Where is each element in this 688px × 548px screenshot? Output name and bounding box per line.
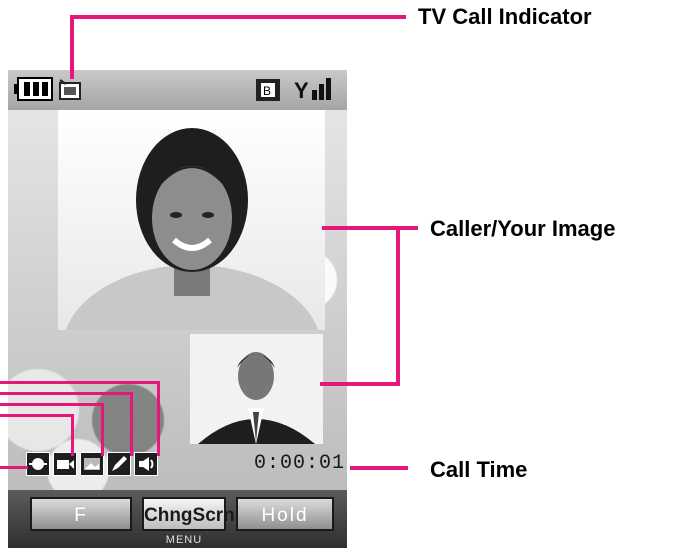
status-bar-icons: B Y bbox=[14, 77, 331, 103]
callout-line-tv-vertical bbox=[70, 15, 74, 79]
callout-line-tv-horizontal bbox=[70, 15, 406, 19]
callout-line-icon-3 bbox=[0, 403, 104, 406]
softkey-bar: F ChngScrn Hold MENU bbox=[8, 490, 347, 548]
your-portrait bbox=[198, 352, 315, 444]
callout-line-caller-vertical bbox=[396, 226, 400, 386]
tv-call-indicator-icon bbox=[59, 79, 81, 100]
signal-strength-icon: Y bbox=[294, 78, 331, 103]
battery-icon bbox=[14, 77, 53, 101]
callout-line-icon-2 bbox=[0, 392, 133, 395]
svg-text:B: B bbox=[263, 84, 271, 98]
call-time: 0:00:01 bbox=[254, 452, 346, 475]
callout-line-calltime bbox=[350, 466, 408, 470]
phone-screen: B Y 0:00:01 F ChngScrn Hold MENU bbox=[8, 70, 347, 548]
callout-line-icon-4-v bbox=[71, 414, 74, 456]
callout-line-icon-3-v bbox=[101, 403, 104, 456]
callout-line-icon-1 bbox=[0, 381, 160, 384]
callout-line-icon-4 bbox=[0, 414, 74, 417]
softkey-chngscrn-button[interactable]: ChngScrn bbox=[142, 497, 235, 531]
call-status-icons bbox=[26, 452, 158, 478]
callout-line-icon-5 bbox=[0, 466, 28, 469]
label-tv-call-indicator: TV Call Indicator bbox=[418, 4, 592, 29]
your-image bbox=[190, 334, 323, 444]
light-icon bbox=[26, 452, 50, 476]
softkey-hold-button[interactable]: Hold bbox=[236, 497, 334, 531]
label-call-time: Call Time bbox=[430, 457, 528, 482]
speaker-icon bbox=[134, 452, 158, 476]
label-caller-your-image: Caller/Your Image bbox=[430, 216, 616, 241]
svg-text:Y: Y bbox=[294, 78, 309, 103]
caller-image bbox=[58, 110, 325, 330]
status-bar: B Y bbox=[8, 70, 347, 110]
memory-card-icon: B bbox=[256, 79, 280, 101]
caller-portrait bbox=[65, 128, 319, 330]
pen-icon bbox=[107, 452, 131, 476]
callout-line-icon-2-v bbox=[130, 392, 133, 456]
callout-line-caller-label bbox=[396, 226, 418, 230]
callout-line-your-bottom bbox=[320, 382, 400, 386]
callout-line-icon-1-v bbox=[157, 381, 160, 456]
softkey-left-button[interactable]: F bbox=[30, 497, 132, 531]
callout-line-caller-top bbox=[322, 226, 398, 230]
menu-label: MENU bbox=[165, 534, 203, 546]
